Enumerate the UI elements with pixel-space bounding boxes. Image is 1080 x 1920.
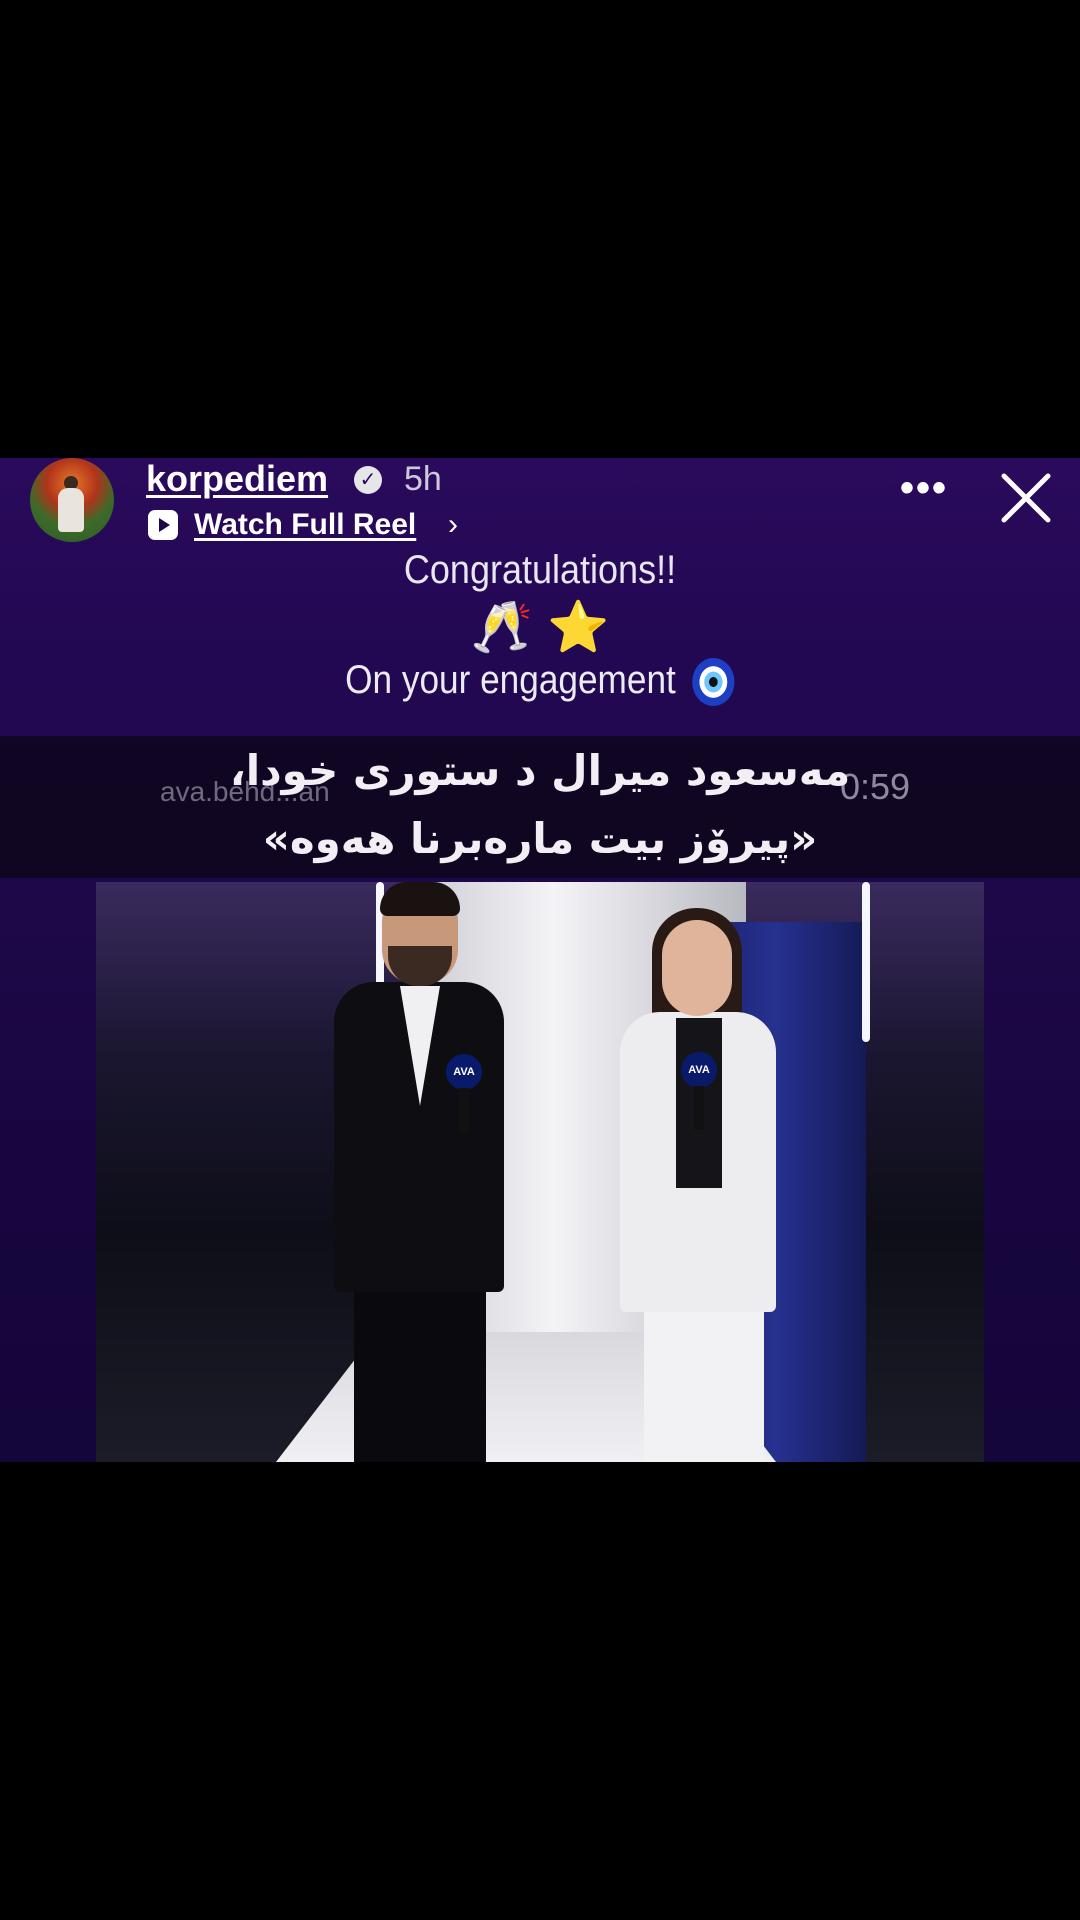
greeting-title: Congratulations!! [403,548,677,592]
story-view[interactable]: korpediem ✓ 5h Watch Full Reel › ••• Con… [0,458,1080,1462]
post-time: 5h [404,460,442,498]
microphone-handle [694,1086,704,1130]
reel-play-icon[interactable] [148,510,178,540]
woman-head [662,920,732,1016]
profile-avatar[interactable] [30,458,114,542]
man-legs [354,1287,486,1462]
video-frame[interactable]: AVA AVA [96,882,984,1462]
avatar-figure [58,488,84,532]
close-icon[interactable] [996,468,1056,528]
more-icon[interactable]: ••• [900,468,948,508]
microphone-handle [459,1088,469,1132]
greeting-emojis: 🥂 ⭐ [470,599,610,655]
caption-line-2: «پیرۆز بیت مارەبرنا هەوە» [262,814,818,863]
nazar-eye-icon [692,658,735,707]
man-hair [380,882,460,916]
stage-light [862,882,870,1042]
microphone-icon: AVA [681,1052,717,1088]
username-link[interactable]: korpediem [146,458,328,500]
microphone-icon: AVA [446,1054,482,1090]
woman-legs [644,1302,764,1462]
chevron-right-icon[interactable]: › [448,504,458,546]
caption-band: ava.behd...an 0:59 مەسعود میرال د ستوری … [0,736,1080,878]
greeting-subtitle-text: On your engagement [345,658,676,702]
watch-full-reel-link[interactable]: Watch Full Reel [194,504,416,546]
verified-badge-icon: ✓ [354,466,382,494]
greeting-subtitle: On your engagement [65,658,1015,707]
caption-line-1: مەسعود میرال د ستوری خودا، [229,746,851,795]
